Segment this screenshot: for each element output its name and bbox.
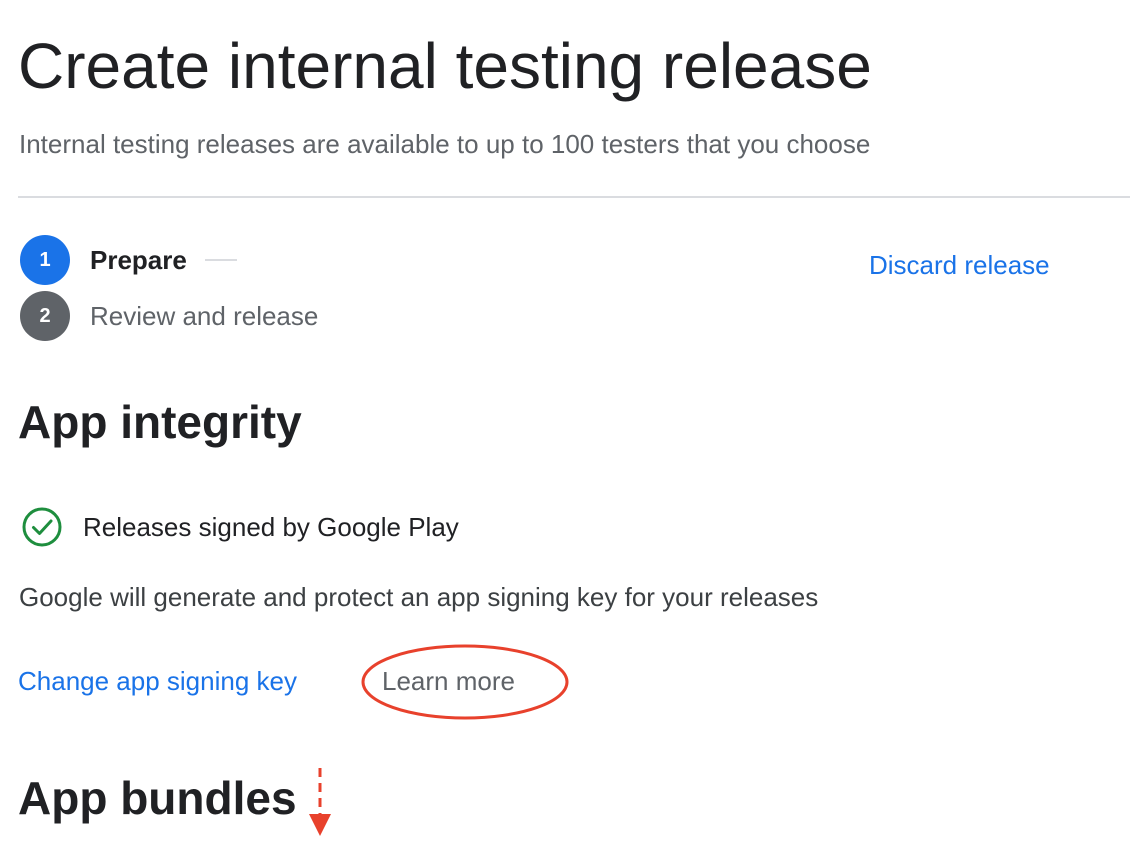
annotation-highlight-ellipse (361, 644, 569, 720)
step-prepare[interactable]: 1 Prepare (20, 235, 237, 285)
page-title: Create internal testing release (18, 30, 872, 102)
step-number-badge: 1 (20, 235, 70, 285)
step-review-and-release[interactable]: 2 Review and release (20, 291, 318, 341)
app-integrity-heading: App integrity (18, 396, 302, 448)
step-label: Prepare (90, 244, 187, 275)
change-app-signing-key-link[interactable]: Change app signing key (18, 664, 297, 698)
page-subtitle: Internal testing releases are available … (19, 129, 871, 159)
annotation-down-arrow-icon (309, 768, 331, 836)
app-signing-description: Google will generate and protect an app … (19, 582, 819, 612)
signing-status-label: Releases signed by Google Play (83, 511, 459, 542)
header-divider (18, 196, 1130, 198)
step-number-badge: 2 (20, 291, 70, 341)
step-connector (204, 259, 237, 261)
check-circle-icon (22, 507, 62, 547)
step-label: Review and release (90, 300, 319, 331)
signing-status: Releases signed by Google Play (21, 506, 459, 548)
app-bundles-heading: App bundles (18, 772, 297, 824)
discard-release-link[interactable]: Discard release (869, 248, 1050, 282)
